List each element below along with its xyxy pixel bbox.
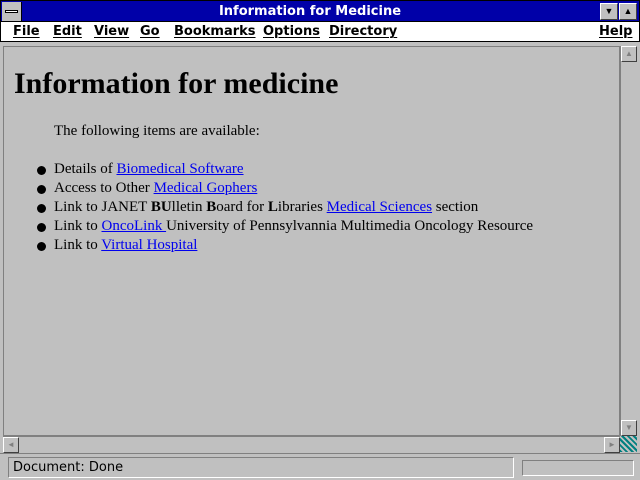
list-item: Link to OncoLink University of Pennsylva… bbox=[34, 218, 533, 237]
list-item: Details of Biomedical Software bbox=[34, 161, 533, 180]
item-prefix: Details of bbox=[54, 161, 117, 177]
bullet-icon bbox=[37, 166, 46, 175]
item-text: lletin bbox=[171, 199, 207, 215]
page-title: Information for medicine bbox=[14, 67, 339, 100]
item-prefix: Link to bbox=[54, 218, 102, 234]
menu-options[interactable]: Options bbox=[263, 24, 320, 39]
menu-edit[interactable]: Edit bbox=[53, 24, 82, 39]
scroll-up-button[interactable]: ▲ bbox=[621, 46, 637, 62]
bold-text: L bbox=[267, 199, 278, 215]
progress-indicator bbox=[522, 460, 634, 476]
system-menu-button[interactable] bbox=[2, 2, 22, 21]
item-prefix: Link to bbox=[54, 237, 102, 253]
bullet-icon bbox=[37, 242, 46, 251]
menu-bar: File Edit View Go Bookmarks Options Dire… bbox=[0, 22, 640, 42]
vertical-scrollbar[interactable]: ▲ ▼ bbox=[620, 46, 637, 436]
list-item: Access to Other Medical Gophers bbox=[34, 180, 533, 199]
window-title: Information for Medicine bbox=[218, 4, 402, 19]
item-suffix: University of Pennsylvannia Multimedia O… bbox=[166, 218, 534, 234]
scroll-right-button[interactable]: ► bbox=[604, 437, 620, 453]
menu-view[interactable]: View bbox=[94, 24, 129, 39]
menu-file[interactable]: File bbox=[13, 24, 40, 39]
bold-text: BU bbox=[150, 199, 172, 215]
minimize-button[interactable]: ▼ bbox=[600, 3, 618, 20]
menu-bookmarks[interactable]: Bookmarks bbox=[174, 24, 256, 39]
item-prefix: Link to JANET bbox=[54, 199, 151, 215]
resize-grip[interactable] bbox=[620, 436, 637, 452]
item-prefix: Access to Other bbox=[54, 180, 154, 196]
bullet-icon bbox=[37, 204, 46, 213]
bold-text: B bbox=[206, 199, 217, 215]
status-text: Document: Done bbox=[13, 460, 124, 475]
item-text: oard for bbox=[216, 199, 268, 215]
item-text: ibraries bbox=[277, 199, 327, 215]
link-virtual-hospital[interactable]: Virtual Hospital bbox=[101, 237, 197, 253]
link-biomedical-software[interactable]: Biomedical Software bbox=[116, 161, 243, 177]
scroll-down-button[interactable]: ▼ bbox=[621, 420, 637, 436]
item-list: Details of Biomedical Software Access to… bbox=[34, 161, 533, 256]
link-oncolink[interactable]: OncoLink bbox=[102, 218, 167, 234]
menu-directory[interactable]: Directory bbox=[329, 24, 397, 39]
link-medical-gophers[interactable]: Medical Gophers bbox=[154, 180, 258, 196]
status-bar: Document: Done bbox=[0, 453, 640, 480]
intro-text: The following items are available: bbox=[54, 123, 260, 139]
bullet-icon bbox=[37, 185, 46, 194]
horizontal-scrollbar[interactable]: ◄ ► bbox=[3, 436, 620, 453]
document-view: Information for medicine The following i… bbox=[3, 46, 620, 436]
menu-help[interactable]: Help bbox=[599, 24, 632, 39]
system-menu-icon bbox=[5, 10, 18, 13]
scroll-left-button[interactable]: ◄ bbox=[3, 437, 19, 453]
maximize-button[interactable]: ▲ bbox=[619, 3, 637, 20]
link-medical-sciences[interactable]: Medical Sciences bbox=[327, 199, 432, 215]
list-item: Link to JANET BUlletin Board for Librari… bbox=[34, 199, 533, 218]
list-item: Link to Virtual Hospital bbox=[34, 237, 533, 256]
title-bar: Information for Medicine ▼ ▲ bbox=[0, 0, 640, 22]
menu-go[interactable]: Go bbox=[140, 24, 160, 39]
bullet-icon bbox=[37, 223, 46, 232]
item-suffix: section bbox=[432, 199, 479, 215]
